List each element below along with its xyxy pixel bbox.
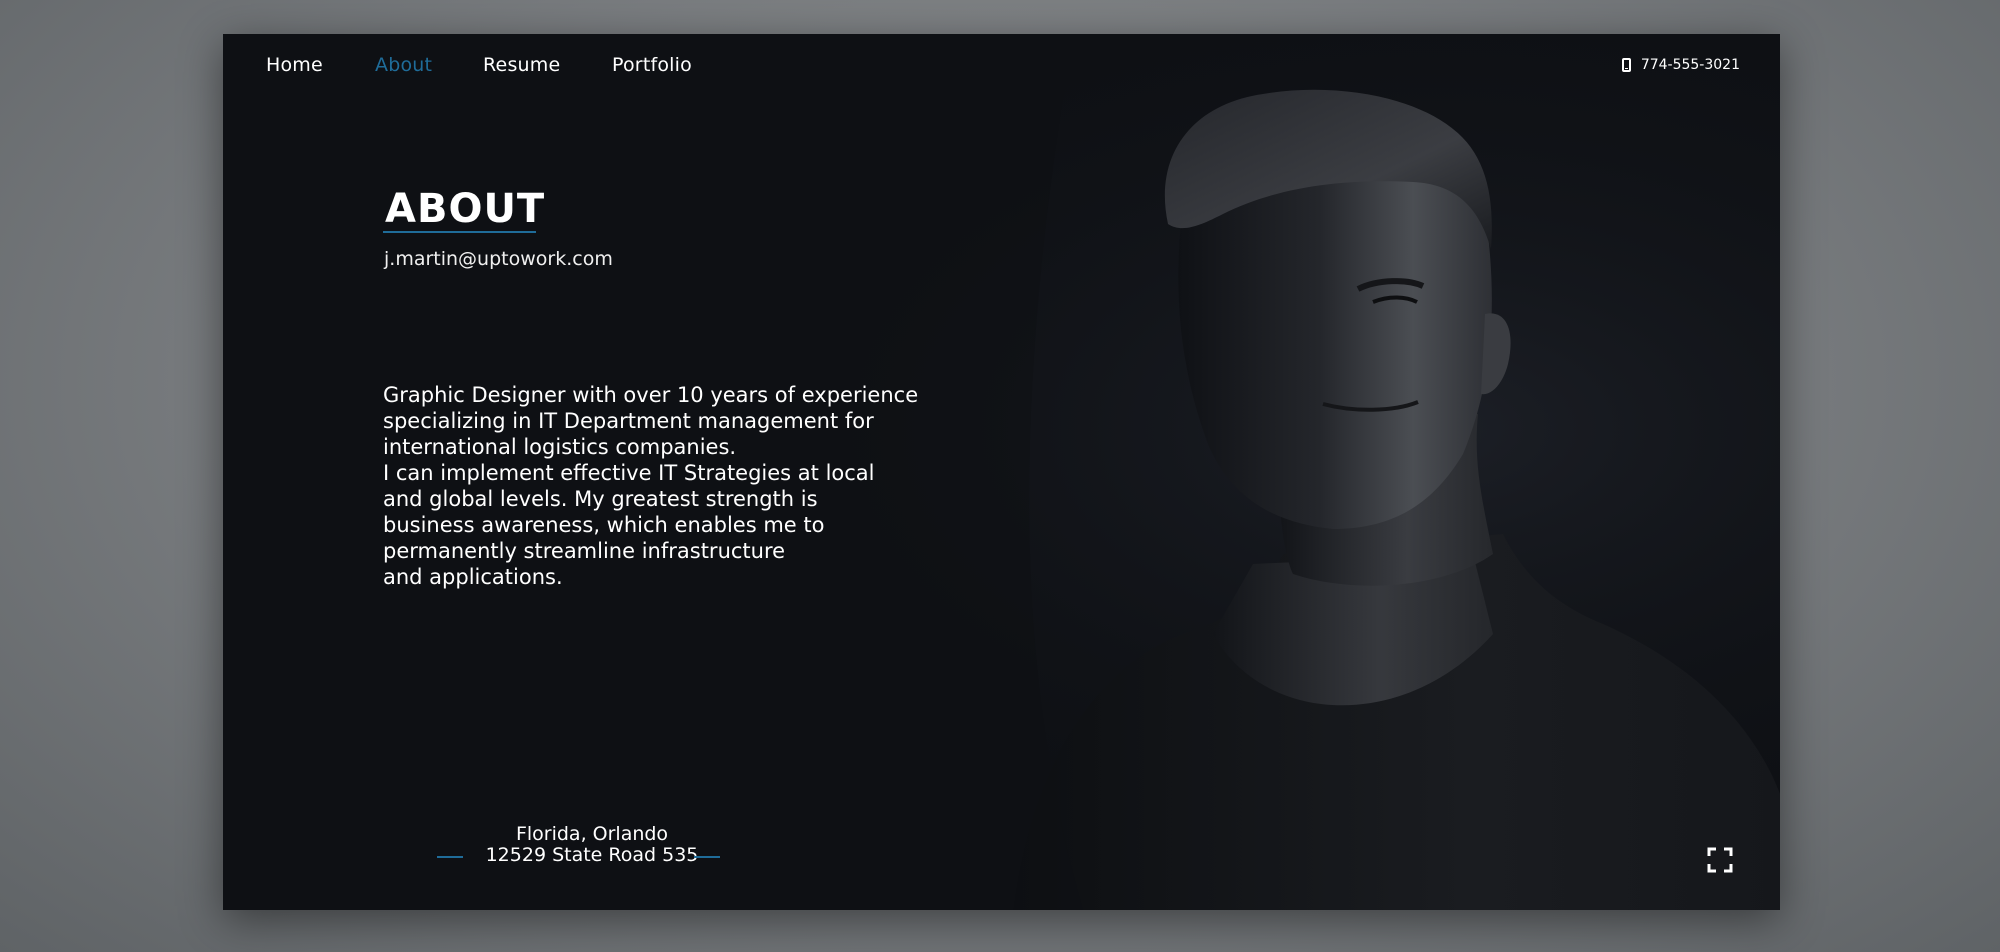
- nav-home-link[interactable]: Home: [266, 51, 323, 79]
- bio-text: Graphic Designer with over 10 years of e…: [383, 382, 943, 590]
- fullscreen-icon[interactable]: [1707, 847, 1733, 873]
- bio-line: I can implement effective IT Strategies …: [383, 461, 875, 485]
- phone-contact[interactable]: 774-555-3021: [1621, 52, 1740, 78]
- address-right-dash: [694, 856, 720, 858]
- address: Florida, Orlando 12529 State Road 535: [437, 824, 747, 866]
- bio-line: and applications.: [383, 565, 563, 589]
- title-underline: [383, 231, 536, 233]
- phone-number: 774-555-3021: [1640, 57, 1740, 73]
- email-link[interactable]: j.martin@uptowork.com: [384, 246, 613, 272]
- bio-line: specializing in IT Department management…: [383, 409, 874, 433]
- bio-line: and global levels. My greatest strength …: [383, 487, 818, 511]
- nav-about-link[interactable]: About: [375, 51, 432, 79]
- page-frame: Home About Resume Portfolio 774-555-3021…: [223, 34, 1780, 910]
- nav-portfolio-link[interactable]: Portfolio: [612, 51, 692, 79]
- top-navigation: Home About Resume Portfolio 774-555-3021: [223, 34, 1780, 108]
- bio-line: international logistics companies.: [383, 435, 737, 459]
- page-title: ABOUT: [385, 186, 546, 232]
- nav-resume-link[interactable]: Resume: [483, 51, 560, 79]
- address-city: Florida, Orlando: [515, 823, 669, 845]
- bio-line: Graphic Designer with over 10 years of e…: [383, 383, 919, 407]
- bio-line: business awareness, which enables me to: [383, 513, 825, 537]
- mobile-phone-icon: [1621, 58, 1631, 72]
- bio-line: permanently streamline infrastructure: [383, 539, 786, 563]
